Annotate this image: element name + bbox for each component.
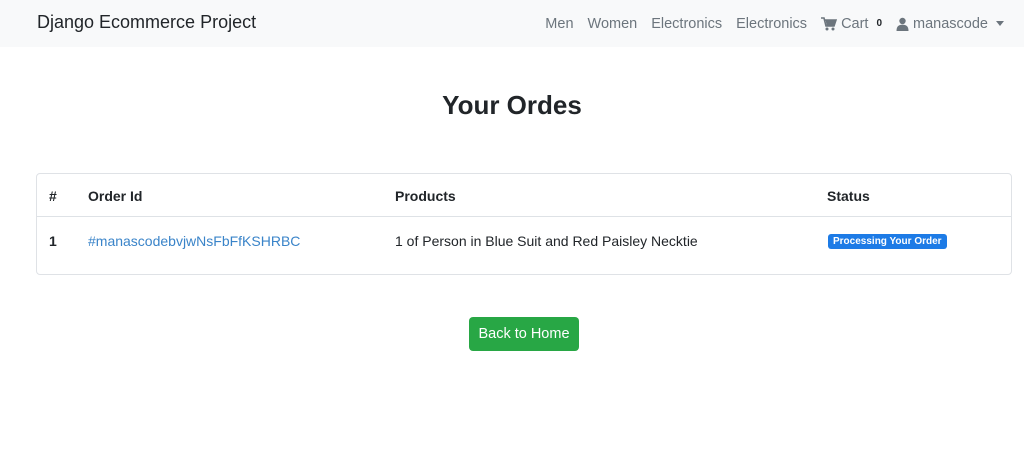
nav-link-women[interactable]: Women xyxy=(588,16,638,32)
status-badge: Processing Your Order xyxy=(828,234,947,249)
row-number: 1 xyxy=(49,233,57,249)
nav-links: Men Women Electronics Electronics Cart 0 xyxy=(545,0,1004,47)
chevron-down-icon xyxy=(996,21,1004,26)
cart-link[interactable]: Cart 0 xyxy=(821,16,882,32)
user-name: manascode xyxy=(913,15,988,32)
nav-link-men[interactable]: Men xyxy=(545,16,573,32)
back-to-home-button[interactable]: Back to Home xyxy=(469,317,579,351)
user-dropdown[interactable]: manascode xyxy=(896,16,1004,32)
cart-count-badge: 0 xyxy=(876,18,883,29)
table-header: # Order Id Products Status xyxy=(37,174,1011,217)
page-title: Your Ordes xyxy=(442,90,582,120)
order-id-link[interactable]: #manascodebvjwNsFbFfKSHRBC xyxy=(88,233,300,249)
user-icon xyxy=(896,17,909,31)
cart-icon xyxy=(821,16,838,31)
header-order-id: Order Id xyxy=(88,188,143,204)
product-cell: 1 of Person in Blue Suit and Red Paisley… xyxy=(395,233,698,249)
header-products: Products xyxy=(395,188,456,204)
orders-table: # Order Id Products Status 1 #manascodeb… xyxy=(36,173,1012,275)
navbar: Django Ecommerce Project Men Women Elect… xyxy=(0,0,1024,47)
nav-link-electronics-2[interactable]: Electronics xyxy=(736,16,807,32)
header-status: Status xyxy=(827,188,870,204)
cart-label: Cart xyxy=(841,15,869,32)
brand-link[interactable]: Django Ecommerce Project xyxy=(37,12,256,33)
header-number: # xyxy=(49,188,57,204)
nav-link-electronics[interactable]: Electronics xyxy=(651,16,722,32)
